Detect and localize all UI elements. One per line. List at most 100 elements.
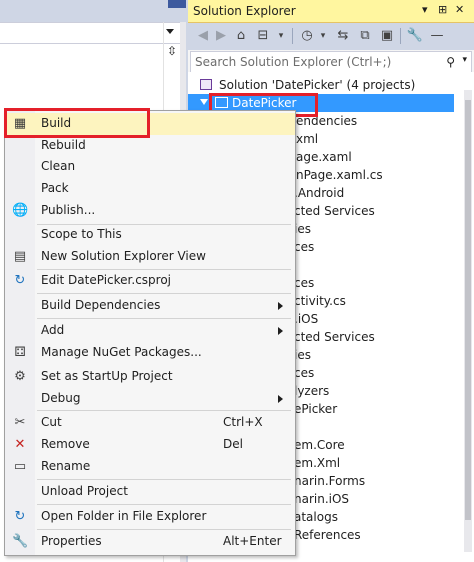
menu-item-rename[interactable]: ▭ Rename (5, 456, 295, 478)
menu-item-shortcut: Ctrl+X (223, 415, 263, 429)
menu-item-label: Rebuild (41, 138, 86, 152)
editor-tab-edge (168, 0, 186, 8)
auto-hide-pin-icon[interactable]: ⊞ (438, 3, 447, 16)
menu-item-new-solution-explorer-view[interactable]: ▤ New Solution Explorer View (5, 246, 295, 268)
solution-label: Solution 'DatePicker' (4 projects) (219, 78, 416, 92)
nuget-icon: ⚃ (14, 345, 26, 360)
project-context-menu: ▦ Build Rebuild Clean Pack 🌐 Publish... … (4, 110, 296, 556)
toolbar-separator (400, 28, 401, 44)
solution-search-input[interactable]: Search Solution Explorer (Ctrl+;) ⚲ ▾ (190, 51, 472, 73)
search-placeholder: Search Solution Explorer (Ctrl+;) (195, 55, 392, 69)
scrollbar-thumb[interactable] (465, 100, 471, 520)
back-icon[interactable]: ◀ (194, 27, 212, 45)
menu-item-add[interactable]: Add (5, 320, 295, 342)
tree-item-label: lyzers (294, 384, 330, 398)
open-folder-refresh-icon: ↻ (14, 509, 26, 524)
menu-item-label: Set as StartUp Project (41, 369, 173, 383)
search-options-icon[interactable]: ▾ (462, 55, 467, 65)
menu-item-label: Manage NuGet Packages... (41, 345, 202, 359)
menu-item-label: Rename (41, 459, 91, 473)
solution-explorer-title-bar: Solution Explorer ▾ ⊞ ✕ (188, 0, 474, 23)
menu-item-label: Pack (41, 181, 69, 195)
tree-item-label: cted Services (294, 204, 375, 218)
member-dropdown[interactable] (0, 22, 180, 44)
tree-item-label: ces (294, 276, 315, 290)
menu-item-shortcut: Del (223, 437, 243, 451)
tree-item-label: nPage.xaml.cs (296, 168, 383, 182)
submenu-arrow-icon (278, 302, 283, 310)
tree-item-label: ies (294, 222, 311, 236)
home-icon[interactable]: ⌂ (232, 27, 250, 45)
menu-item-label: Debug (41, 391, 81, 405)
menu-item-label: Remove (41, 437, 90, 451)
history-dropdown-icon[interactable]: ▾ (314, 27, 332, 45)
gear-icon: ⚙ (14, 369, 26, 384)
menu-item-rebuild[interactable]: Rebuild (5, 135, 295, 157)
menu-item-set-startup[interactable]: ⚙ Set as StartUp Project (5, 366, 295, 388)
menu-item-label: Properties (41, 534, 102, 548)
menu-item-label: Open Folder in File Explorer (41, 509, 207, 523)
preview-icon[interactable]: — (428, 27, 446, 45)
menu-separator (37, 529, 291, 530)
rename-icon: ▭ (13, 459, 27, 474)
search-icon[interactable]: ⚲ (446, 55, 455, 69)
tree-item-label: ctivity.cs (294, 294, 346, 308)
window-position-icon[interactable]: ▾ (422, 3, 428, 16)
switch-views-icon[interactable]: ⊟ (254, 27, 272, 45)
edit-refresh-icon: ↻ (14, 273, 26, 288)
menu-item-manage-nuget[interactable]: ⚃ Manage NuGet Packages... (5, 342, 295, 364)
properties-icon[interactable]: 🔧 (406, 27, 424, 45)
switch-views-dropdown-icon[interactable]: ▾ (272, 27, 290, 45)
show-all-files-icon[interactable]: ▣ (378, 27, 396, 45)
tree-item-label: em.Core (294, 438, 345, 452)
menu-item-label: Clean (41, 159, 76, 173)
menu-item-remove[interactable]: ✕ Remove Del (5, 434, 295, 456)
menu-item-properties[interactable]: 🔧 Properties Alt+Enter (5, 531, 295, 553)
editor-tab-strip (0, 0, 186, 22)
tree-item-label: age.xaml (296, 150, 352, 164)
menu-item-publish[interactable]: 🌐 Publish... (5, 200, 295, 222)
chevron-down-icon[interactable] (166, 29, 174, 34)
solution-node[interactable]: Solution 'DatePicker' (4 projects) (188, 76, 474, 94)
new-view-icon: ▤ (13, 249, 27, 264)
menu-item-unload-project[interactable]: Unload Project (5, 481, 295, 503)
wrench-icon: 🔧 (12, 534, 29, 549)
menu-item-label: Add (41, 323, 65, 337)
split-editor-icon[interactable]: ⇳ (165, 44, 179, 58)
tree-item-label: ies (294, 348, 311, 362)
highlight-box-build (4, 108, 150, 138)
menu-item-scope-to-this[interactable]: Scope to This (5, 224, 295, 246)
collapse-all-icon[interactable]: ⧉ (356, 27, 374, 45)
menu-separator (37, 504, 291, 505)
expander-icon[interactable] (200, 99, 208, 105)
solution-explorer-title: Solution Explorer (193, 4, 296, 18)
menu-item-pack[interactable]: Pack (5, 178, 295, 200)
solution-tree-scrollbar[interactable] (464, 90, 472, 552)
menu-item-cut[interactable]: ✂ Cut Ctrl+X (5, 412, 295, 434)
tree-item-label: narin.Forms (294, 474, 366, 488)
tree-item-label: References (294, 528, 361, 542)
menu-item-label: Publish... (41, 203, 96, 217)
menu-item-open-folder[interactable]: ↻ Open Folder in File Explorer (5, 506, 295, 528)
sync-icon[interactable]: ⇆ (334, 27, 352, 45)
tree-item-label: em.Xml (294, 456, 341, 470)
forward-icon[interactable]: ▶ (212, 27, 230, 45)
menu-item-debug[interactable]: Debug (5, 388, 295, 410)
menu-item-label: Scope to This (41, 227, 122, 241)
menu-separator (37, 293, 291, 294)
menu-item-label: Build Dependencies (41, 298, 161, 312)
menu-item-label: New Solution Explorer View (41, 249, 206, 263)
menu-separator (37, 318, 291, 319)
tree-item-label: xml (296, 132, 319, 146)
submenu-arrow-icon (278, 395, 283, 403)
tree-item-label: atalogs (294, 510, 338, 524)
menu-separator (37, 410, 291, 411)
tree-item-label: narin.iOS (294, 492, 350, 506)
menu-item-build-dependencies[interactable]: Build Dependencies (5, 295, 295, 317)
menu-item-edit-csproj[interactable]: ↻ Edit DatePicker.csproj (5, 270, 295, 292)
tree-item-label: .Android (294, 186, 345, 200)
close-icon[interactable]: ✕ (455, 3, 464, 16)
menu-item-clean[interactable]: Clean (5, 156, 295, 178)
solution-explorer-toolbar: ◀ ▶ ⌂ ⊟ ▾ ◷ ▾ ⇆ ⧉ ▣ 🔧 — (188, 23, 474, 50)
tree-item-label: ces (294, 366, 315, 380)
